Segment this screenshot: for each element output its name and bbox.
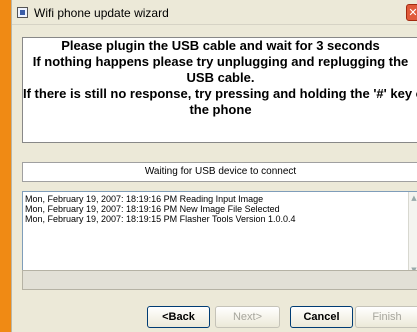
orange-window-edge [0,0,11,332]
instruction-line: the phone [189,102,252,117]
window-title: Wifi phone update wizard [34,6,169,20]
close-button[interactable]: ✕ [406,4,417,21]
cancel-button[interactable]: Cancel [290,306,353,328]
log-entry: Mon, February 19, 2007: 18:19:16 PM Read… [25,194,264,204]
log-entry: Mon, February 19, 2007: 18:19:16 PM New … [25,204,280,214]
title-bar[interactable]: Wifi phone update wizard ✕ [12,0,417,25]
instruction-line: If nothing happens please try unplugging… [32,54,409,69]
button-row: <Back Next> Cancel Finish [12,305,417,331]
log-entry: Mon, February 19, 2007: 18:19:15 PM Flas… [25,214,296,224]
scroll-up-icon[interactable]: ▲ [409,192,417,204]
vertical-scrollbar[interactable]: ▲ ▼ [408,192,417,276]
back-button[interactable]: <Back [147,306,210,328]
finish-button[interactable]: Finish [355,306,417,328]
instruction-line: If there is still no response, try press… [23,86,417,101]
next-button[interactable]: Next> [215,306,280,328]
instruction-line: USB cable. [186,70,255,85]
app-icon [17,7,28,18]
progress-bar [22,270,417,290]
wizard-window: Wifi phone update wizard ✕ Please plugin… [11,0,417,332]
status-text: Waiting for USB device to connect [22,162,417,182]
instruction-panel: Please plugin the USB cable and wait for… [22,37,417,143]
instruction-line: Please plugin the USB cable and wait for… [61,38,380,53]
